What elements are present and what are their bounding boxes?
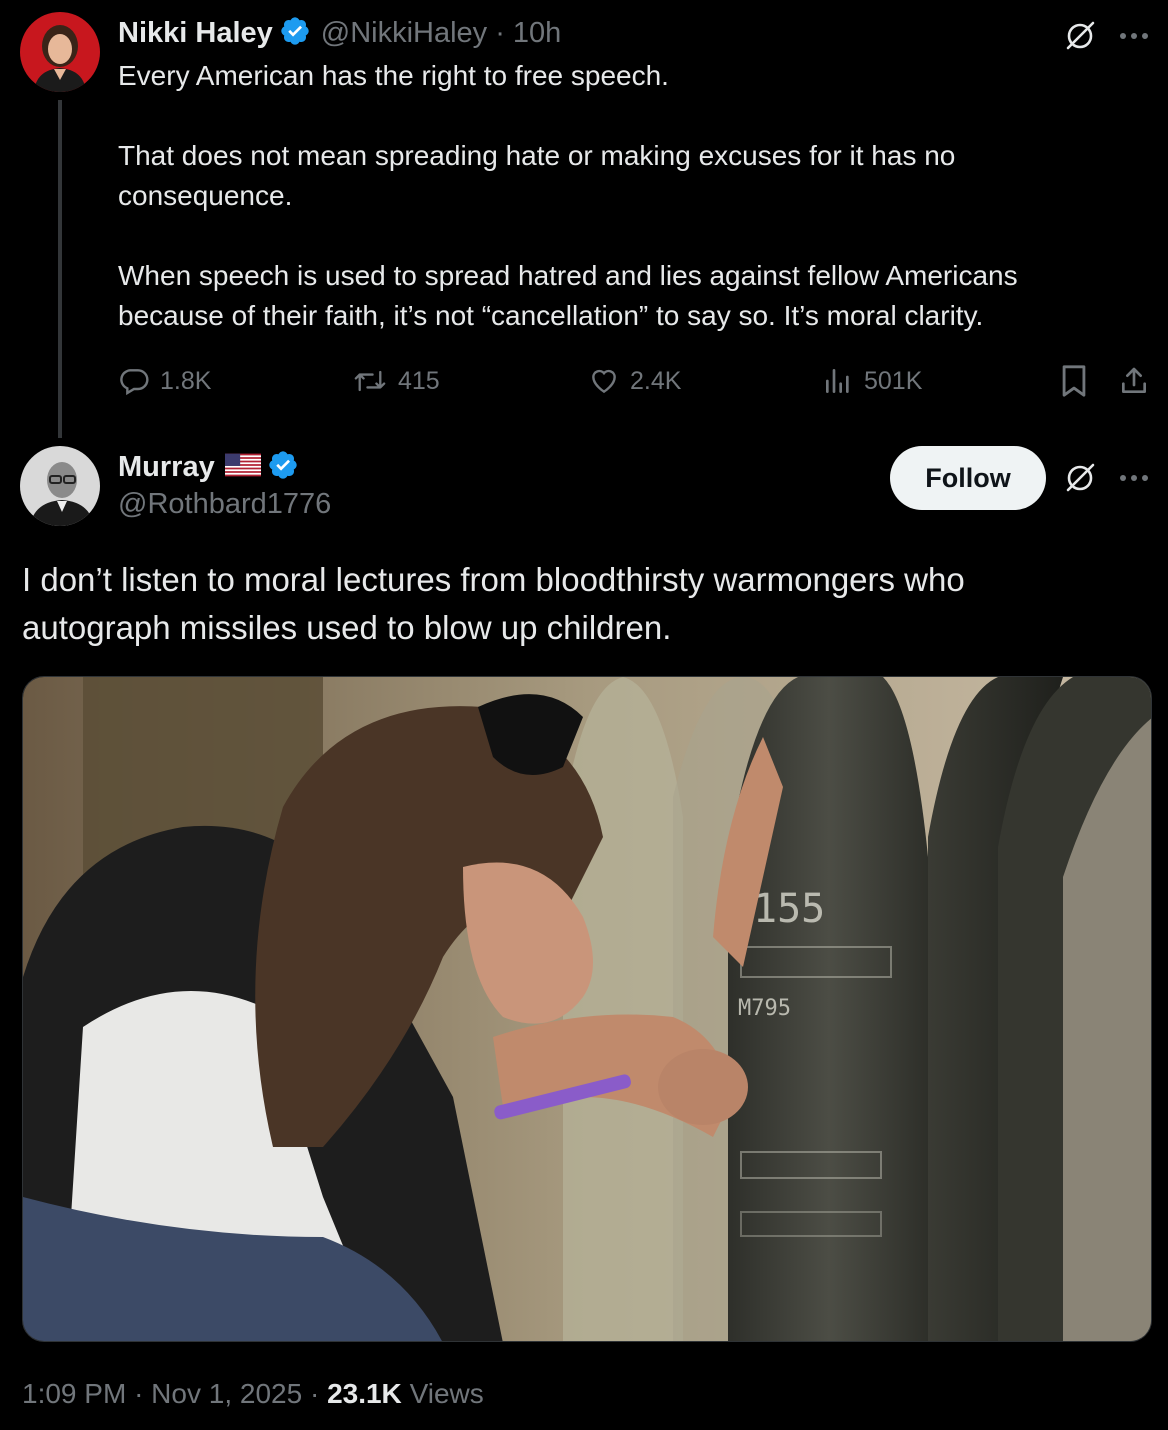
separator-dot: · bbox=[134, 1378, 152, 1409]
views-button[interactable]: 501K bbox=[822, 362, 922, 400]
heart-icon bbox=[592, 369, 616, 394]
reply-button[interactable]: 1.8K bbox=[118, 362, 211, 400]
tweet-date[interactable]: Nov 1, 2025 bbox=[151, 1378, 302, 1409]
follow-button[interactable]: Follow bbox=[890, 446, 1046, 510]
share-button[interactable] bbox=[1116, 362, 1152, 400]
author-name[interactable]: Murray bbox=[118, 451, 215, 484]
tweet-meta: 1:09 PM · Nov 1, 2025 · 23.1K Views bbox=[22, 1378, 484, 1410]
author-handle[interactable]: @Rothbard1776 bbox=[118, 488, 331, 521]
views-count: 23.1K bbox=[327, 1378, 402, 1409]
shell-code-text: M795 bbox=[738, 996, 791, 1021]
us-flag-icon bbox=[224, 453, 261, 482]
tweet-media-image[interactable]: 155 M795 bbox=[22, 676, 1152, 1342]
tweet-paragraph: When speech is used to spread hatred and… bbox=[118, 260, 1018, 331]
reply-icon bbox=[120, 369, 149, 396]
tweet-time[interactable]: 10h bbox=[513, 17, 561, 50]
tweet-timestamp[interactable]: 1:09 PM bbox=[22, 1378, 126, 1409]
view-count: 501K bbox=[864, 366, 923, 395]
repost-icon bbox=[354, 370, 386, 392]
shell-caliber-text: 155 bbox=[753, 886, 825, 932]
analytics-icon bbox=[826, 369, 849, 393]
avatar[interactable] bbox=[20, 12, 100, 92]
repost-button[interactable]: 415 bbox=[352, 362, 440, 400]
tweet-body: Every American has the right to free spe… bbox=[118, 56, 1128, 336]
separator-dot: · bbox=[309, 1378, 328, 1409]
grok-icon[interactable] bbox=[1062, 18, 1098, 54]
like-count: 2.4K bbox=[630, 366, 682, 395]
tweet-paragraph: Every American has the right to free spe… bbox=[118, 60, 669, 91]
tweet-paragraph: That does not mean spreading hate or mak… bbox=[118, 140, 956, 211]
avatar[interactable] bbox=[20, 446, 100, 526]
like-button[interactable]: 2.4K bbox=[588, 362, 681, 400]
grok-icon[interactable] bbox=[1062, 460, 1098, 496]
views-label: Views bbox=[409, 1378, 484, 1409]
thread-line bbox=[58, 100, 62, 438]
share-icon bbox=[1122, 367, 1146, 393]
author-handle[interactable]: @NikkiHaley bbox=[321, 17, 487, 50]
tweet-header: Nikki Haley @NikkiHaley · 10h bbox=[118, 14, 561, 52]
reply-count: 1.8K bbox=[160, 366, 212, 395]
bookmark-button[interactable] bbox=[1056, 362, 1092, 400]
more-options-icon[interactable] bbox=[1116, 18, 1152, 54]
verified-badge-icon bbox=[279, 15, 311, 52]
bookmark-icon bbox=[1062, 365, 1086, 397]
verified-badge-icon bbox=[267, 449, 299, 486]
more-options-icon[interactable] bbox=[1116, 460, 1152, 496]
tweet-body: I don’t listen to moral lectures from bl… bbox=[22, 556, 1082, 652]
tweet-paragraph: I don’t listen to moral lectures from bl… bbox=[22, 561, 965, 646]
repost-count: 415 bbox=[398, 366, 440, 395]
separator-dot: · bbox=[495, 16, 505, 49]
author-name[interactable]: Nikki Haley bbox=[118, 17, 273, 50]
tweet-header: Murray 🇺🇸 bbox=[118, 448, 299, 486]
